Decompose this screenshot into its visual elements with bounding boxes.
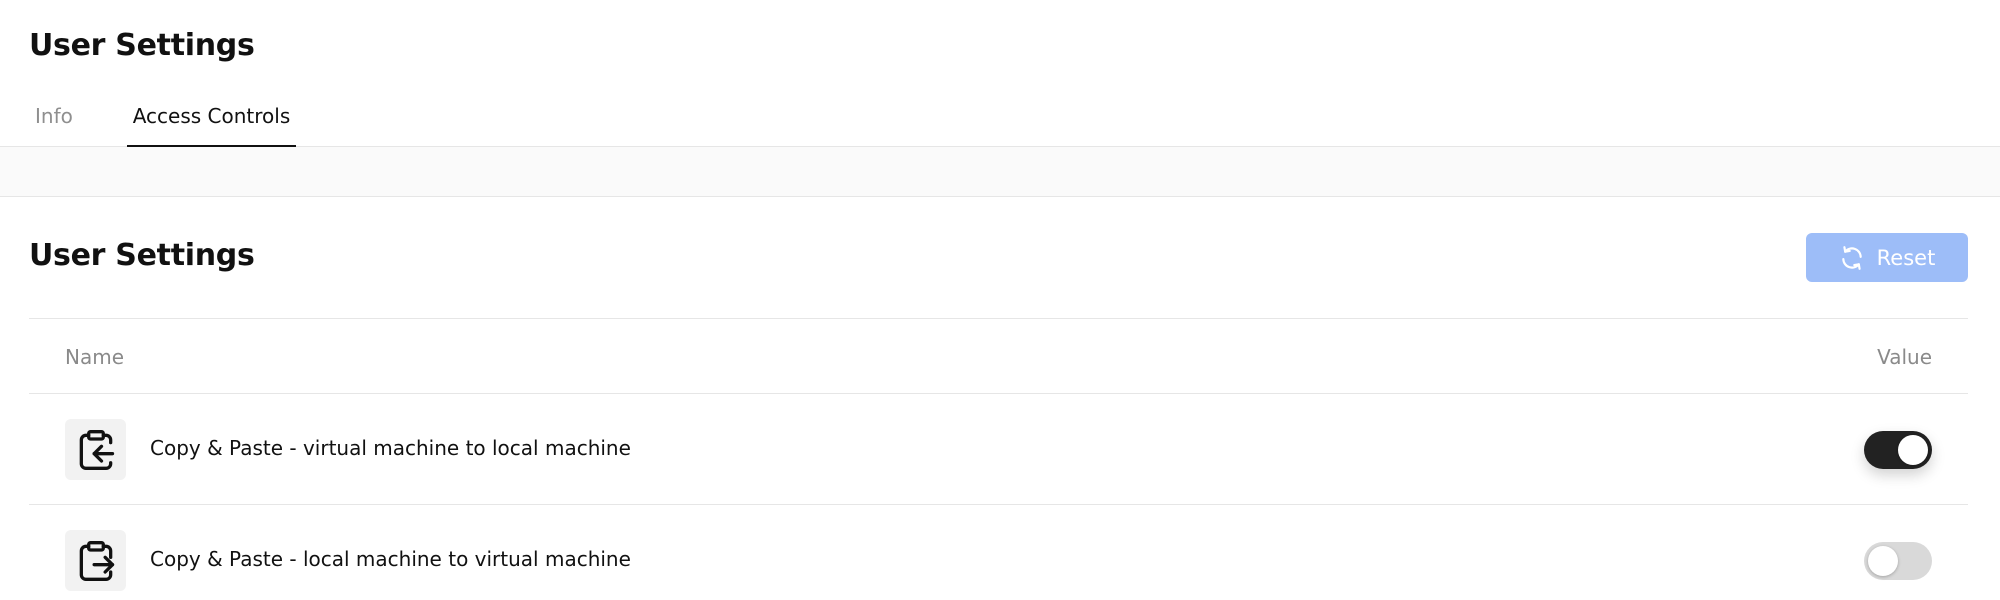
reset-button[interactable]: Reset — [1806, 233, 1968, 282]
toggle-knob — [1898, 435, 1928, 465]
tab-access-controls[interactable]: Access Controls — [127, 104, 296, 148]
clipboard-arrow-right-icon — [65, 530, 126, 591]
page-title: User Settings — [29, 28, 255, 63]
settings-table: Name Value Copy & Paste - virtual machin… — [29, 318, 1968, 600]
reset-button-label: Reset — [1876, 245, 1936, 270]
toggle-knob — [1868, 546, 1898, 576]
clipboard-arrow-left-icon — [65, 419, 126, 480]
refresh-icon — [1839, 245, 1865, 271]
column-header-value: Value — [1877, 345, 1932, 369]
setting-label: Copy & Paste - local machine to virtual … — [150, 547, 631, 571]
table-header: Name Value — [29, 319, 1968, 394]
setting-toggle[interactable] — [1864, 431, 1932, 469]
user-settings-page: User Settings Info Access Controls User … — [0, 0, 2000, 600]
setting-label: Copy & Paste - virtual machine to local … — [150, 436, 631, 460]
setting-toggle[interactable] — [1864, 542, 1932, 580]
section-divider-band — [0, 147, 2000, 197]
tab-bar: Info Access Controls — [0, 90, 2000, 148]
section-title: User Settings — [29, 238, 255, 273]
table-row: Copy & Paste - local machine to virtual … — [29, 505, 1968, 600]
table-row: Copy & Paste - virtual machine to local … — [29, 394, 1968, 505]
tab-info[interactable]: Info — [35, 104, 79, 147]
column-header-name: Name — [65, 345, 125, 369]
